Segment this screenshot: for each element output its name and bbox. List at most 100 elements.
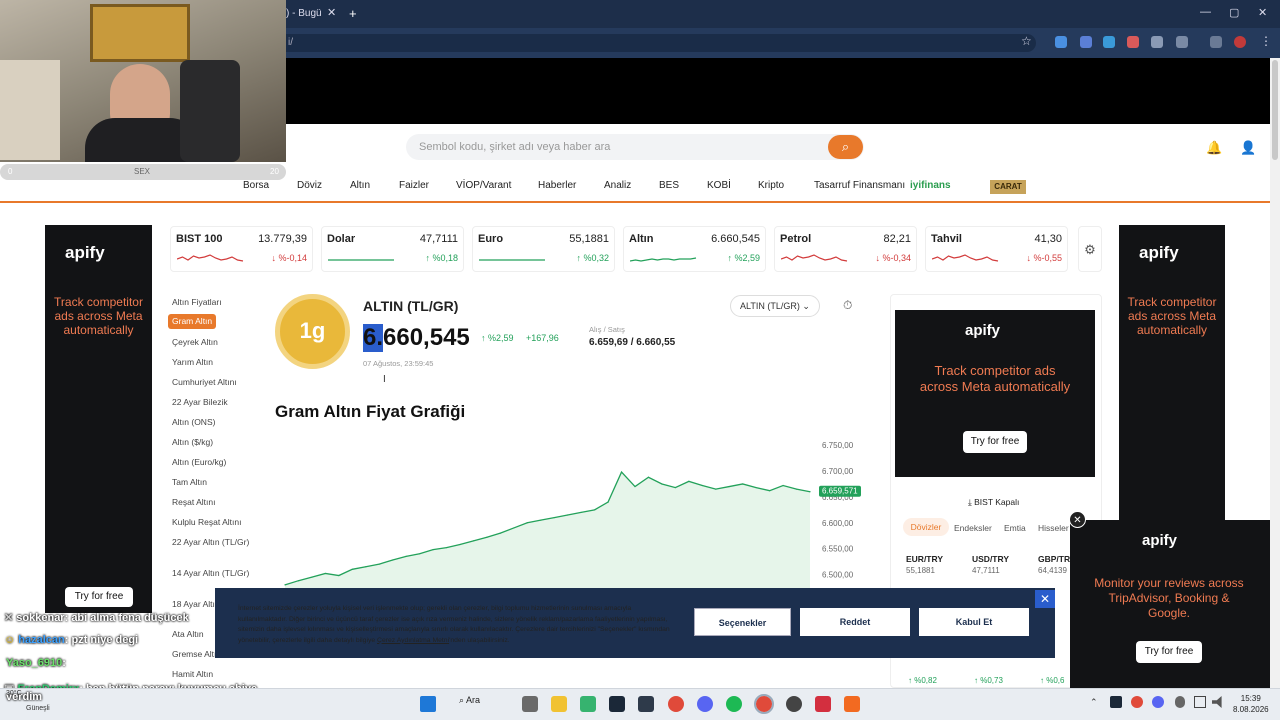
tab-dovizler[interactable]: Dövizler xyxy=(903,518,949,536)
nav-altin[interactable]: Altın xyxy=(350,180,370,191)
taskbar-clock[interactable]: 15:39 8.08.2026 xyxy=(1233,693,1269,715)
nav-faizler[interactable]: Faizler xyxy=(399,180,429,191)
sidebar-item[interactable]: Altın Fiyatları xyxy=(172,297,252,308)
minimize-button[interactable]: — xyxy=(1200,6,1211,18)
ticker-card[interactable]: Dolar 47,7111 ↑ %0,18 xyxy=(321,226,464,272)
brave-icon[interactable] xyxy=(844,696,860,712)
task-view-icon[interactable] xyxy=(522,696,538,712)
ticker-card[interactable]: Tahvil 41,30 ↓ %-0,55 xyxy=(925,226,1068,272)
tray-chrome-icon[interactable] xyxy=(1131,696,1143,708)
nav-haberler[interactable]: Haberler xyxy=(538,180,576,191)
profile-avatar[interactable] xyxy=(1234,36,1246,48)
gear-icon[interactable]: ⚙ xyxy=(1078,226,1102,272)
nav-borsa[interactable]: Borsa xyxy=(243,180,269,191)
url-input[interactable]: i/ xyxy=(286,34,1036,52)
scrollbar-thumb[interactable] xyxy=(1272,60,1278,160)
ticker-card[interactable]: BIST 100 13.779,39 ↓ %-0,14 xyxy=(170,226,313,272)
tray-steam-icon[interactable] xyxy=(1110,696,1122,708)
currency-name[interactable]: EUR/TRY xyxy=(906,554,943,564)
tick-app-icon[interactable] xyxy=(580,696,596,712)
network-icon[interactable] xyxy=(1194,696,1206,708)
tab-close-icon[interactable]: ✕ xyxy=(327,6,336,19)
sidebar-item[interactable]: Hamit Altın xyxy=(172,669,252,680)
search-icon[interactable]: ⌕ xyxy=(828,135,863,159)
stream-slider[interactable]: 0 SEX 20 xyxy=(0,164,286,180)
maximize-button[interactable]: ▢ xyxy=(1229,6,1239,19)
tab-hisseler[interactable]: Hisseler xyxy=(1038,523,1069,533)
cookie-options-button[interactable]: Seçenekler xyxy=(694,608,791,636)
sidebar-item[interactable]: Tam Altın xyxy=(172,477,252,488)
x-app-icon[interactable] xyxy=(815,696,831,712)
tab-emtia[interactable]: Emtia xyxy=(1004,523,1026,533)
sidebar-item[interactable]: Reşat Altını xyxy=(172,497,252,508)
nav-kobi[interactable]: KOBİ xyxy=(707,180,731,191)
sidebar-item[interactable]: Cumhuriyet Altını xyxy=(172,377,252,388)
sidebar-item[interactable]: Çeyrek Altın xyxy=(172,337,252,348)
chrome-icon[interactable] xyxy=(668,696,684,712)
iyifinans-logo[interactable]: iyifinans xyxy=(910,180,951,191)
spotify-icon[interactable] xyxy=(726,696,742,712)
menu-list-icon[interactable] xyxy=(1210,36,1222,48)
ad-popup[interactable]: apify Monitor your reviews across TripAd… xyxy=(1070,520,1270,688)
nav-analiz[interactable]: Analiz xyxy=(604,180,631,191)
cookie-close-icon[interactable]: ✕ xyxy=(1035,590,1055,608)
steam-icon[interactable] xyxy=(609,696,625,712)
sidebar-item[interactable]: Altın (ONS) xyxy=(172,417,252,428)
tab-endeksler[interactable]: Endeksler xyxy=(954,523,992,533)
sidebar-item[interactable]: 22 Ayar Bilezik xyxy=(172,397,252,408)
file-explorer-icon[interactable] xyxy=(551,696,567,712)
taskbar-search[interactable]: ⌕ Ara xyxy=(459,695,509,706)
carat-logo[interactable]: CARAT xyxy=(990,180,1026,194)
bookmark-star-icon[interactable]: ☆ xyxy=(1021,34,1032,48)
microphone-icon[interactable] xyxy=(1175,696,1185,708)
extension-icon[interactable] xyxy=(1151,36,1163,48)
sidebar-item[interactable]: 22 Ayar Altın (TL/Gr) xyxy=(172,537,252,548)
chrome-active-icon[interactable] xyxy=(754,694,774,714)
app-icon[interactable] xyxy=(638,696,654,712)
sidebar-item[interactable]: Gram Altın xyxy=(168,314,216,329)
nav-kripto[interactable]: Kripto xyxy=(758,180,784,191)
ticker-card[interactable]: Euro 55,1881 ↑ %0,32 xyxy=(472,226,615,272)
obs-icon[interactable] xyxy=(786,696,802,712)
tray-discord-icon[interactable] xyxy=(1152,696,1164,708)
sidebar-item[interactable]: Altın (Euro/kg) xyxy=(172,457,252,468)
ticker-card[interactable]: Petrol 82,21 ↓ %-0,34 xyxy=(774,226,917,272)
instrument-select[interactable]: ALTIN (TL/GR) ⌄ xyxy=(730,295,820,317)
start-icon[interactable] xyxy=(420,696,436,712)
extension-icon[interactable] xyxy=(1127,36,1139,48)
cookie-reject-button[interactable]: Reddet xyxy=(800,608,910,636)
extension-icon[interactable] xyxy=(1080,36,1092,48)
puzzle-icon[interactable] xyxy=(1176,36,1188,48)
new-tab-button[interactable]: + xyxy=(349,6,357,21)
discord-icon[interactable] xyxy=(697,696,713,712)
sidebar-item[interactable]: Yarım Altın xyxy=(172,357,252,368)
ad-close-icon[interactable]: ✕ xyxy=(1069,511,1086,528)
tray-chevron-icon[interactable]: ⌃ xyxy=(1090,697,1098,708)
nav-doviz[interactable]: Döviz xyxy=(297,180,322,191)
cookie-accept-button[interactable]: Kabul Et xyxy=(919,608,1029,636)
clock-icon[interactable]: ⏱ xyxy=(843,298,852,313)
sidebar-item[interactable]: 14 Ayar Altın (TL/Gr) xyxy=(172,568,252,579)
user-icon[interactable]: 👤 xyxy=(1240,140,1256,156)
sidebar-item[interactable]: Altın ($/kg) xyxy=(172,437,252,448)
ad-left[interactable]: apify Track competitor ads across Meta a… xyxy=(45,225,152,613)
ad-cta-button[interactable]: Try for free xyxy=(1136,641,1202,663)
nav-viop[interactable]: VİOP/Varant xyxy=(456,180,511,191)
cookie-policy-link[interactable]: Çerez Aydınlatma Metni xyxy=(377,637,449,644)
ad-cta-button[interactable]: Try for free xyxy=(963,431,1027,453)
ad-cta-button[interactable]: Try for free xyxy=(65,587,133,607)
ad-right[interactable]: apify Track competitor ads across Meta a… xyxy=(1119,225,1225,520)
close-window-button[interactable]: ✕ xyxy=(1258,6,1267,19)
currency-name[interactable]: USD/TRY xyxy=(972,554,1009,564)
bell-icon[interactable]: 🔔 xyxy=(1206,140,1222,156)
nav-bes[interactable]: BES xyxy=(659,180,679,191)
extension-icon[interactable] xyxy=(1055,36,1067,48)
ticker-card[interactable]: Altın 6.660,545 ↑ %2,59 xyxy=(623,226,766,272)
kebab-menu-icon[interactable]: ⋮ xyxy=(1260,34,1272,48)
ad-mid[interactable]: apify Track competitor ads across Meta a… xyxy=(895,310,1095,477)
sidebar-item[interactable]: Kulplu Reşat Altını xyxy=(172,517,252,528)
nav-tasarruf[interactable]: Tasarruf Finansmanı xyxy=(814,180,905,191)
extension-icon[interactable] xyxy=(1103,36,1115,48)
search-input[interactable]: Sembol kodu, şirket adı veya haber ara xyxy=(406,134,864,160)
price-chart[interactable]: 6.750,006.700,006.650,006.600,006.550,00… xyxy=(275,440,865,590)
